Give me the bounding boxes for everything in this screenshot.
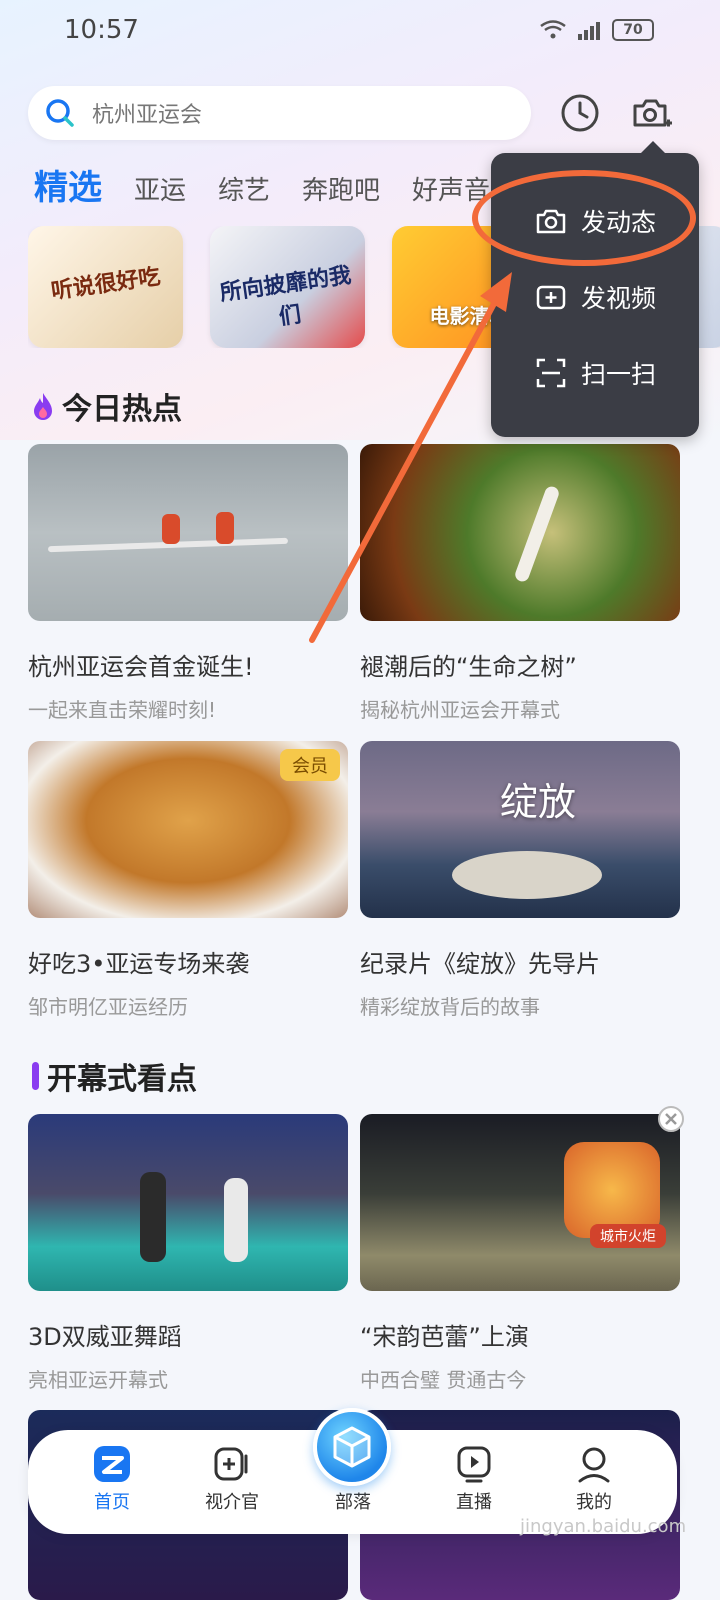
home-logo-icon — [94, 1446, 130, 1482]
watermark-text: jingyan.baidu.com — [520, 1516, 687, 1537]
highlight-ellipse — [472, 170, 696, 266]
video-plus-icon — [536, 285, 566, 310]
video-thumbnail — [360, 444, 680, 621]
nav-video-officer[interactable]: 视介官 — [192, 1444, 272, 1514]
section-hot-title: 今日热点 — [32, 384, 182, 428]
search-placeholder: 杭州亚运会 — [92, 103, 203, 128]
nav-label: 直播 — [456, 1492, 492, 1513]
tab-variety[interactable]: 综艺 — [218, 170, 270, 207]
card-title: 好吃3•亚运专场来袭 — [28, 950, 250, 978]
video-card[interactable]: 杭州亚运会首金诞生! 一起来直击荣耀时刻! — [28, 444, 348, 723]
category-tabs: 精选 亚运 综艺 奔跑吧 好声音 — [34, 160, 490, 209]
cube-icon — [333, 1426, 371, 1468]
rower-figure — [162, 514, 180, 544]
chip-label: 听说很好吃 — [49, 264, 163, 305]
menu-label: 发视频 — [581, 284, 657, 313]
card-title: 纪录片《绽放》先导片 — [360, 950, 600, 978]
video-card[interactable]: 城市火炬 “宋韵芭蕾”上演 中西合璧 贯通古今 — [360, 1114, 680, 1393]
section-hot-label: 今日热点 — [62, 392, 182, 427]
bloom-calligraphy: 绽放 — [500, 780, 577, 824]
video-thumbnail: 绽放 — [360, 741, 680, 918]
card-subtitle: 精彩绽放背后的故事 — [360, 995, 540, 1019]
nav-label: 视介官 — [205, 1492, 259, 1513]
card-title: 杭州亚运会首金诞生! — [28, 653, 254, 681]
status-icons: 70 — [540, 19, 654, 41]
nav-live[interactable]: 直播 — [434, 1444, 514, 1514]
nav-home[interactable]: 首页 — [72, 1444, 152, 1514]
video-thumbnail: 城市火炬 — [360, 1114, 680, 1291]
section-opening-label: 开幕式看点 — [47, 1062, 197, 1097]
tab-featured[interactable]: 精选 — [34, 160, 102, 209]
card-subtitle: 中西合璧 贯通古今 — [360, 1368, 527, 1392]
vip-badge: 会员 — [280, 749, 340, 781]
video-card[interactable]: 绽放 纪录片《绽放》先导片 精彩绽放背后的故事 — [360, 741, 680, 1020]
card-subtitle: 邹市明亿亚运经历 — [28, 995, 188, 1019]
video-card[interactable]: 会员 好吃3•亚运专场来袭 邹市明亿亚运经历 — [28, 741, 348, 1020]
tab-asian-games[interactable]: 亚运 — [134, 170, 186, 207]
camera-plus-icon[interactable] — [630, 92, 672, 134]
card-title: 3D双威亚舞蹈 — [28, 1323, 182, 1351]
wifi-icon — [540, 20, 566, 39]
status-bar: 10:57 70 — [0, 0, 720, 60]
history-icon[interactable] — [559, 92, 601, 134]
nav-label: 首页 — [94, 1492, 130, 1513]
nav-label: 我的 — [576, 1492, 612, 1513]
section-marker — [32, 1062, 39, 1090]
dancer-figure — [224, 1178, 248, 1262]
user-icon — [578, 1447, 610, 1483]
menu-post-video[interactable]: 发视频 — [535, 279, 656, 315]
video-thumbnail — [28, 1114, 348, 1291]
city-torch-badge: 城市火炬 — [590, 1224, 666, 1248]
video-thumbnail — [28, 444, 348, 621]
menu-label: 扫一扫 — [581, 360, 657, 389]
flame-icon — [34, 393, 52, 420]
chip-listen-eat[interactable]: 听说很好吃 — [28, 226, 183, 348]
signal-icon — [578, 22, 600, 40]
live-tv-icon — [457, 1446, 491, 1483]
dancer-figure — [513, 484, 561, 584]
nav-tribe[interactable]: 部落 — [313, 1488, 393, 1514]
chip-label: 所向披靡的我们 — [218, 263, 353, 331]
card-subtitle: 亮相亚运开幕式 — [28, 1368, 168, 1392]
search-icon — [46, 99, 74, 127]
video-thumbnail: 会员 — [28, 741, 348, 918]
menu-scan[interactable]: 扫一扫 — [535, 355, 656, 391]
nav-profile[interactable]: 我的 — [554, 1444, 634, 1514]
video-card[interactable]: 褪潮后的“生命之树” 揭秘杭州亚运会开幕式 — [360, 444, 680, 723]
close-icon[interactable] — [656, 1104, 686, 1134]
status-time: 10:57 — [64, 15, 139, 45]
card-title: 褪潮后的“生命之树” — [360, 653, 577, 681]
video-card[interactable]: 3D双威亚舞蹈 亮相亚运开幕式 — [28, 1114, 348, 1393]
nav-label: 部落 — [335, 1492, 371, 1513]
search-bar[interactable]: 杭州亚运会 — [28, 86, 531, 140]
card-title: “宋韵芭蕾”上演 — [360, 1323, 529, 1351]
tab-keep-running[interactable]: 奔跑吧 — [302, 170, 380, 207]
section-opening-title: 开幕式看点 — [32, 1054, 197, 1098]
card-subtitle: 一起来直击荣耀时刻! — [28, 698, 217, 722]
card-subtitle: 揭秘杭州亚运会开幕式 — [360, 698, 560, 722]
tribe-cube-button[interactable] — [313, 1408, 391, 1486]
dancer-figure — [140, 1172, 166, 1262]
video-add-icon — [214, 1447, 248, 1481]
stadium-shape — [452, 851, 602, 899]
chip-unstoppable[interactable]: 所向披靡的我们 — [210, 226, 365, 348]
scan-icon — [536, 358, 566, 388]
rower-figure — [216, 512, 234, 544]
battery-indicator: 70 — [612, 19, 654, 41]
